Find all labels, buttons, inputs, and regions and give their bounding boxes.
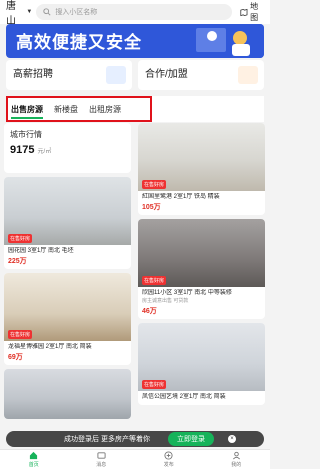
market-price-unit: 元/㎡ bbox=[37, 149, 52, 155]
nav-label: 首页 bbox=[28, 462, 39, 468]
listing-title: 园花园 3室1厅 南北 毛坯 bbox=[8, 248, 74, 254]
listing-photo: 在售好房 bbox=[138, 219, 265, 287]
map-icon bbox=[240, 8, 248, 16]
listing-card[interactable]: 在售好房 紅国里鹭港 2室1厅 铁岛 精装 105万 bbox=[138, 123, 265, 215]
publish-icon bbox=[164, 451, 173, 460]
listing-title: 龙福星博雅园 2室1厅 南北 简装 bbox=[8, 344, 92, 350]
listing-tag: 在售好房 bbox=[142, 276, 167, 285]
listing-photo: 在售好房 bbox=[138, 323, 265, 391]
listing-tag: 在售好房 bbox=[142, 180, 167, 189]
listing-title: 凤信公园艺境 2室1厅 南北 简装 bbox=[142, 394, 226, 400]
listing-photo: 在售好房 bbox=[4, 177, 131, 245]
listing-card[interactable]: 在售好房 凤信公园艺境 2室1厅 南北 简装 bbox=[138, 323, 265, 405]
market-title: 城市行情 bbox=[10, 130, 42, 139]
search-icon bbox=[43, 8, 51, 16]
nav-messages[interactable]: 消息 bbox=[96, 451, 106, 468]
promo-banner[interactable]: 高效便捷又安全 bbox=[6, 24, 264, 58]
listing-price-value: 225万 bbox=[8, 258, 27, 265]
market-price-value: 9175 bbox=[10, 144, 35, 156]
tab-for-rent[interactable]: 出租房源 bbox=[89, 104, 121, 115]
listing-card[interactable]: 在售好房 龙福星博雅园 2室1厅 南北 简装 69万 bbox=[4, 273, 131, 365]
listing-price: 69万 bbox=[8, 352, 127, 362]
nav-label: 发布 bbox=[163, 462, 174, 468]
city-label: 唐山 bbox=[6, 1, 16, 27]
close-icon[interactable]: × bbox=[228, 435, 236, 443]
city-selector[interactable]: 唐山 ▼ bbox=[6, 0, 32, 27]
market-price: 9175 元/㎡ bbox=[10, 144, 125, 156]
profile-icon bbox=[232, 451, 240, 460]
listing-tabs: 出售房源 新楼盘 出租房源 bbox=[6, 96, 264, 122]
nav-home[interactable]: 首页 bbox=[29, 451, 39, 468]
listing-card[interactable]: 在售好房 欣园11小区 3室1厅 南北 中等装修 房主诚意出售 可贷款 46万 bbox=[138, 219, 265, 319]
partner-card[interactable]: 合作/加盟 bbox=[138, 60, 264, 90]
listing-photo: 在售好房 bbox=[138, 123, 265, 191]
listing-title: 紅国里鹭港 2室1厅 铁岛 精装 bbox=[142, 194, 220, 200]
recruit-card[interactable]: 高薪招聘 bbox=[6, 60, 132, 90]
nav-profile[interactable]: 我的 bbox=[231, 451, 241, 468]
login-prompt-bar: 成功登录后 更多房产等着你 立即登录 × bbox=[6, 431, 264, 447]
login-button[interactable]: 立即登录 bbox=[167, 432, 214, 446]
market-card[interactable]: 城市行情 9175 元/㎡ bbox=[4, 123, 131, 173]
listing-price-value: 105万 bbox=[142, 204, 161, 211]
nav-publish[interactable]: 发布 bbox=[164, 451, 174, 468]
listing-price: 225万 bbox=[8, 256, 127, 266]
listing-photo: 在售好房 bbox=[4, 273, 131, 341]
tab-new-homes[interactable]: 新楼盘 bbox=[54, 104, 78, 115]
feature-cards: 高薪招聘 合作/加盟 bbox=[6, 60, 264, 90]
listing-price-value: 69万 bbox=[8, 354, 23, 361]
listing-card[interactable] bbox=[4, 369, 131, 419]
listing-tag: 在售好房 bbox=[142, 380, 167, 389]
tab-for-sale[interactable]: 出售房源 bbox=[11, 104, 43, 119]
message-icon bbox=[97, 452, 106, 459]
search-input[interactable]: 搜入小区名称 bbox=[36, 4, 233, 20]
banner-text: 高效便捷又安全 bbox=[16, 33, 142, 52]
listing-tag: 在售好房 bbox=[8, 330, 33, 339]
nav-label: 消息 bbox=[96, 462, 107, 468]
home-icon bbox=[30, 451, 38, 460]
bottom-nav: 首页 消息 发布 我的 bbox=[0, 449, 270, 469]
listing-price-value: 46万 bbox=[142, 308, 157, 315]
chevron-down-icon: ▼ bbox=[26, 9, 33, 15]
top-bar: 唐山 ▼ 搜入小区名称 地图 bbox=[0, 0, 270, 27]
listing-column-right: 在售好房 紅国里鹭港 2室1厅 铁岛 精装 105万 在售好房 欣园11小区 3… bbox=[138, 123, 265, 409]
listing-column-left: 城市行情 9175 元/㎡ 在售好房 园花园 3室1厅 南北 毛坯 225万 在… bbox=[4, 123, 131, 423]
listing-tag: 在售好房 bbox=[8, 234, 33, 243]
handshake-illustration bbox=[184, 24, 264, 58]
map-button[interactable]: 地图 bbox=[240, 1, 264, 23]
listing-price: 46万 bbox=[142, 306, 261, 316]
map-label: 地图 bbox=[250, 2, 259, 22]
listing-card[interactable]: 在售好房 园花园 3室1厅 南北 毛坯 225万 bbox=[4, 177, 131, 269]
listing-price: 105万 bbox=[142, 202, 261, 212]
handshake-icon bbox=[238, 66, 258, 84]
briefcase-icon bbox=[106, 66, 126, 84]
listing-subtitle: 房主诚意出售 可贷款 bbox=[142, 298, 189, 304]
nav-label: 我的 bbox=[231, 462, 242, 468]
listing-title: 欣园11小区 3室1厅 南北 中等装修 bbox=[142, 290, 232, 296]
listing-photo bbox=[4, 369, 131, 419]
search-placeholder: 搜入小区名称 bbox=[55, 9, 98, 16]
login-prompt-text: 成功登录后 更多房产等着你 bbox=[64, 436, 150, 443]
